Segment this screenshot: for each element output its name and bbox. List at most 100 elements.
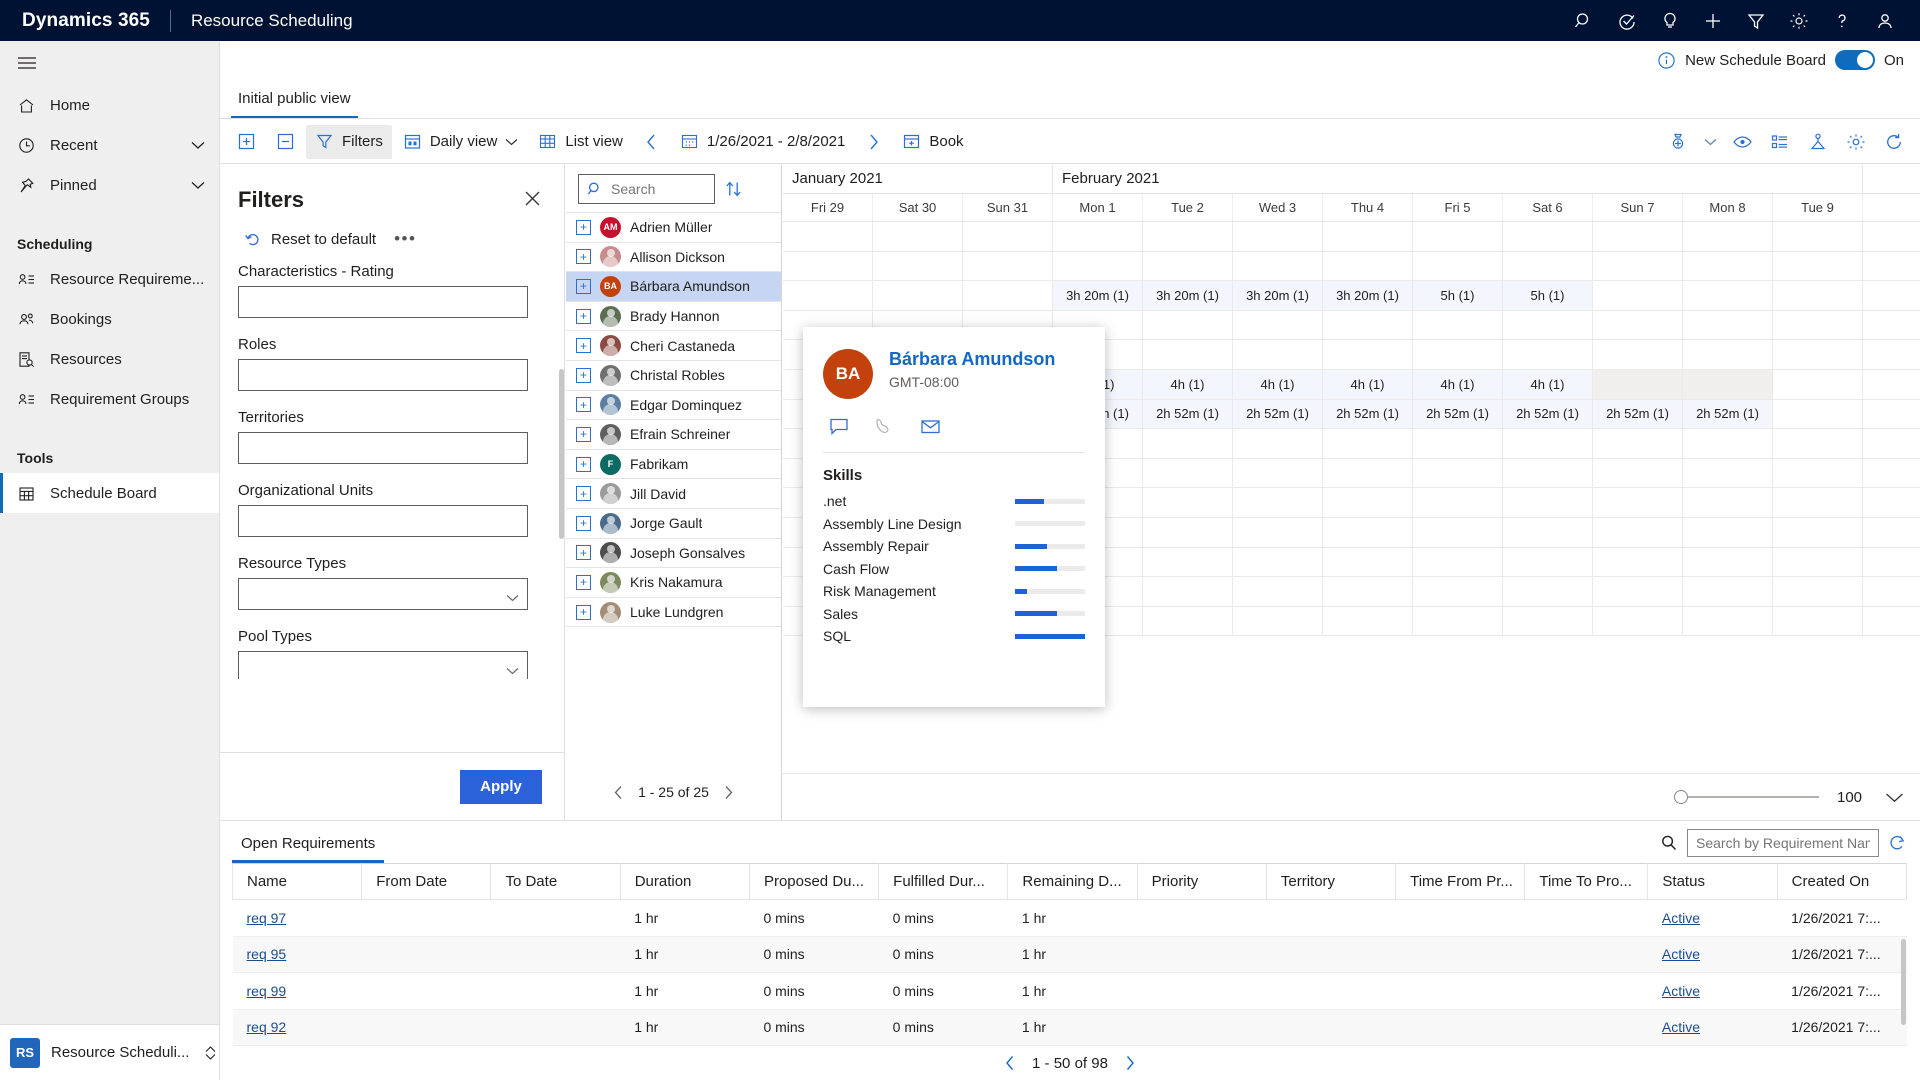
schedule-cell[interactable]: 5h (1) — [1413, 281, 1503, 310]
expand-all-button[interactable] — [228, 125, 265, 159]
schedule-cell[interactable]: 2h 52m (1) — [1503, 399, 1593, 429]
phone-icon[interactable] — [875, 417, 895, 436]
expand-resource-icon[interactable]: + — [576, 397, 591, 413]
resource-row[interactable]: + Joseph Gonsalves — [566, 539, 781, 569]
schedule-cell[interactable] — [1143, 251, 1233, 281]
schedule-cell[interactable] — [1233, 310, 1323, 340]
schedule-cell[interactable] — [1593, 458, 1683, 488]
schedule-cell[interactable] — [1683, 488, 1773, 517]
previous-period-button[interactable] — [634, 125, 669, 159]
collapse-all-button[interactable] — [267, 125, 304, 159]
schedule-cell[interactable] — [1773, 399, 1863, 429]
schedule-cell[interactable] — [1413, 577, 1503, 606]
resource-row[interactable]: + Luke Lundgren — [566, 598, 781, 628]
filters-button[interactable]: Filters — [306, 124, 392, 159]
filters-fields-scroll[interactable]: Characteristics - Rating Roles Territori… — [220, 249, 564, 679]
sidebar-item-pinned[interactable]: Pinned — [0, 165, 219, 205]
schedule-cell[interactable] — [1683, 251, 1773, 281]
schedule-cell[interactable] — [1323, 340, 1413, 369]
sort-icon[interactable] — [725, 180, 742, 198]
schedule-cell[interactable] — [1593, 340, 1683, 369]
schedule-cell[interactable] — [963, 251, 1053, 281]
schedule-cell[interactable] — [1143, 517, 1233, 547]
diagnostics-icon[interactable] — [1605, 0, 1648, 41]
schedule-cell[interactable] — [1593, 577, 1683, 606]
schedule-cell[interactable] — [1413, 251, 1503, 281]
next-period-button[interactable] — [856, 125, 891, 159]
schedule-cell[interactable] — [1503, 547, 1593, 577]
schedule-cell[interactable] — [1593, 251, 1683, 281]
status-link[interactable]: Active — [1662, 983, 1700, 999]
schedule-cell[interactable] — [1773, 281, 1863, 310]
schedule-cell[interactable] — [1683, 606, 1773, 636]
schedule-cell[interactable]: 5h (1) — [1503, 281, 1593, 310]
column-header[interactable]: Time From Pr... — [1395, 863, 1526, 900]
filter-input-territories[interactable] — [238, 432, 528, 464]
table-row[interactable]: req 97 1 hr 0 mins 0 mins 1 hr Active 1/26/202… — [232, 899, 1907, 937]
requirement-link[interactable]: req 97 — [247, 910, 287, 926]
schedule-cell[interactable] — [1503, 222, 1593, 251]
requirement-link[interactable]: req 92 — [247, 1019, 287, 1035]
requirement-search-box[interactable] — [1687, 829, 1879, 857]
table-row[interactable]: req 92 1 hr 0 mins 0 mins 1 hr Active 1/26/202… — [232, 1009, 1907, 1046]
schedule-cell[interactable] — [1323, 251, 1413, 281]
schedule-cell[interactable] — [1143, 340, 1233, 369]
schedule-cell[interactable] — [1143, 429, 1233, 458]
schedule-cell[interactable] — [1773, 310, 1863, 340]
resource-row[interactable]: + BA Bárbara Amundson — [566, 272, 781, 302]
sidebar-item-requirement-groups[interactable]: Requirement Groups — [0, 379, 219, 419]
schedule-cell[interactable] — [1683, 429, 1773, 458]
filter-input-characteristics-rating[interactable] — [238, 286, 528, 318]
status-link[interactable]: Active — [1662, 910, 1700, 926]
schedule-cell[interactable] — [1503, 429, 1593, 458]
schedule-cell[interactable] — [1773, 577, 1863, 606]
schedule-cell[interactable] — [1323, 310, 1413, 340]
resource-search-box[interactable] — [578, 173, 715, 204]
book-button[interactable]: Book — [893, 125, 972, 159]
schedule-cell[interactable] — [1413, 310, 1503, 340]
refresh-icon[interactable] — [1888, 834, 1906, 852]
column-header[interactable]: Duration — [619, 863, 750, 900]
column-header[interactable]: Time To Pro... — [1524, 863, 1649, 900]
schedule-cell[interactable] — [1053, 251, 1143, 281]
schedule-cell[interactable] — [1773, 429, 1863, 458]
filter-select-pool-types[interactable] — [238, 651, 528, 679]
schedule-cell[interactable] — [1683, 281, 1773, 310]
schedule-cell[interactable] — [1323, 222, 1413, 251]
table-row[interactable]: req 99 1 hr 0 mins 0 mins 1 hr Active 1/26/202… — [232, 972, 1907, 1010]
schedule-cell[interactable] — [1503, 251, 1593, 281]
schedule-cell[interactable] — [873, 281, 963, 310]
requirement-link[interactable]: req 95 — [247, 946, 287, 962]
expand-resource-icon[interactable]: + — [576, 515, 591, 531]
schedule-cell[interactable] — [1593, 369, 1683, 399]
schedule-cell[interactable] — [1143, 606, 1233, 636]
award-icon[interactable] — [1660, 125, 1696, 159]
expand-resource-icon[interactable]: + — [576, 308, 591, 324]
sidebar-item-resource-requirements[interactable]: Resource Requireme... — [0, 259, 219, 299]
expand-resource-icon[interactable]: + — [576, 338, 591, 354]
schedule-cell[interactable] — [1233, 251, 1323, 281]
chevron-down-icon[interactable] — [1698, 125, 1722, 159]
filter-input-roles[interactable] — [238, 359, 528, 391]
slider-handle[interactable] — [1674, 790, 1688, 804]
requirement-link[interactable]: req 99 — [247, 983, 287, 999]
schedule-cell[interactable] — [1683, 547, 1773, 577]
new-schedule-board-toggle[interactable] — [1834, 50, 1875, 70]
resource-row[interactable]: + Christal Robles — [566, 361, 781, 391]
map-pin-icon[interactable] — [1800, 125, 1836, 159]
sidebar-item-resources[interactable]: Resources — [0, 339, 219, 379]
schedule-cell[interactable] — [1143, 310, 1233, 340]
resource-row[interactable]: + Jill David — [566, 479, 781, 509]
expand-resource-icon[interactable]: + — [576, 249, 591, 265]
column-header[interactable]: Name — [231, 863, 363, 900]
lightbulb-icon[interactable] — [1648, 0, 1691, 41]
expand-resource-icon[interactable]: + — [576, 456, 591, 472]
chevron-right-icon[interactable] — [723, 785, 734, 800]
chevron-down-icon[interactable] — [191, 141, 205, 150]
schedule-cell[interactable] — [1413, 547, 1503, 577]
column-header[interactable]: Status — [1647, 863, 1778, 900]
schedule-cell[interactable]: 3h 20m (1) — [1143, 281, 1233, 310]
schedule-cell[interactable] — [1773, 251, 1863, 281]
search-icon[interactable] — [1562, 0, 1605, 41]
schedule-cell[interactable]: 3h 20m (1) — [1323, 281, 1413, 310]
